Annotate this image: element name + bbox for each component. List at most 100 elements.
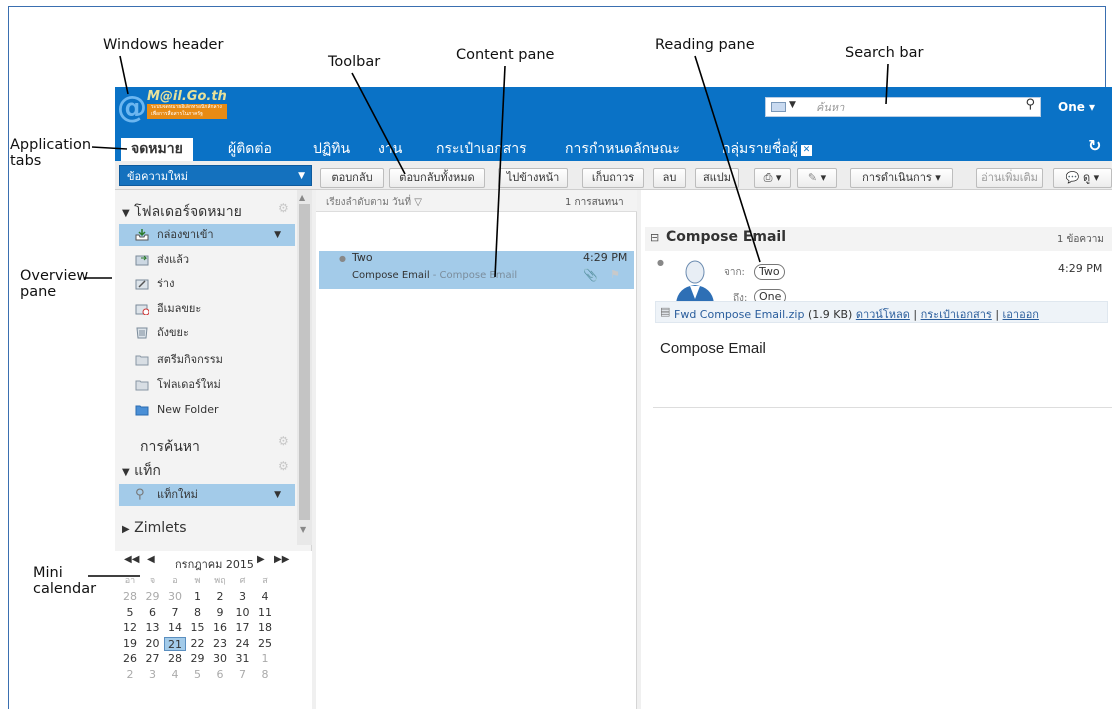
calendar-day[interactable]: 4: [254, 590, 276, 604]
actions-button[interactable]: การดำเนินการ ▾: [850, 168, 953, 188]
prev-year-icon[interactable]: ◀◀: [124, 554, 139, 565]
calendar-day[interactable]: 6: [209, 668, 231, 682]
calendar-month[interactable]: กรกฎาคม 2015: [175, 555, 254, 573]
calendar-day[interactable]: 5: [119, 606, 141, 620]
calendar-day[interactable]: 15: [187, 621, 209, 635]
tab-briefcase[interactable]: กระเป๋าเอกสาร: [426, 138, 537, 161]
calendar-day[interactable]: 12: [119, 621, 141, 635]
calendar-day[interactable]: 30: [209, 652, 231, 666]
chevron-down-icon[interactable]: ▼: [298, 166, 305, 187]
download-link[interactable]: ดาวน์โหลด: [856, 308, 910, 321]
calendar-day[interactable]: 8: [254, 668, 276, 682]
new-message-button[interactable]: ข้อความใหม่ ▼: [119, 165, 312, 186]
next-year-icon[interactable]: ▶▶: [274, 554, 289, 565]
prev-month-icon[interactable]: ◀: [147, 554, 155, 565]
calendar-day[interactable]: 14: [164, 621, 186, 635]
mail-icon[interactable]: [771, 102, 786, 112]
calendar-day[interactable]: 22: [187, 637, 209, 651]
calendar-day[interactable]: 20: [142, 637, 164, 651]
archive-button[interactable]: เก็บถาวร: [582, 168, 644, 188]
calendar-day[interactable]: 5: [187, 668, 209, 682]
calendar-day[interactable]: 18: [254, 621, 276, 635]
folder-new-folder[interactable]: New Folder: [119, 399, 295, 421]
logo[interactable]: M@il.Go.th: [147, 89, 227, 104]
calendar-day[interactable]: 28: [164, 652, 186, 666]
calendar-day[interactable]: 16: [209, 621, 231, 635]
tab-contacts[interactable]: ผู้ติดต่อ: [218, 138, 282, 161]
calendar-day[interactable]: 1: [254, 652, 276, 666]
collapse-icon[interactable]: ▼: [122, 467, 130, 478]
calendar-day[interactable]: 3: [232, 590, 254, 604]
mail-folders-header[interactable]: ▼ โฟลเดอร์จดหมาย: [122, 201, 242, 223]
calendar-day[interactable]: 30: [164, 590, 186, 604]
calendar-day[interactable]: 24: [232, 637, 254, 651]
calendar-day[interactable]: 9: [209, 606, 231, 620]
from-sender-pill[interactable]: Two: [754, 264, 785, 280]
gear-icon[interactable]: ⚙: [278, 459, 289, 473]
spam-button[interactable]: สแปม: [695, 168, 739, 188]
calendar-day[interactable]: 25: [254, 637, 276, 651]
zimlets-header[interactable]: ▶ Zimlets: [122, 520, 187, 536]
calendar-day[interactable]: 10: [232, 606, 254, 620]
calendar-day[interactable]: 1: [187, 590, 209, 604]
chevron-down-icon[interactable]: ▼: [274, 484, 281, 506]
folder-activity-stream[interactable]: สตรีมกิจกรรม: [119, 349, 295, 371]
calendar-day[interactable]: 19: [119, 637, 141, 651]
folder-inbox[interactable]: กล่องขาเข้า ▼: [119, 224, 295, 246]
calendar-day[interactable]: 21: [164, 636, 186, 651]
collapse-icon[interactable]: ⊟: [650, 231, 659, 244]
flag-icon[interactable]: ⚑: [610, 268, 620, 281]
refresh-icon[interactable]: ↻: [1088, 136, 1101, 155]
read-more-button[interactable]: อ่านเพิ่มเติม: [976, 168, 1043, 188]
calendar-day[interactable]: 4: [164, 668, 186, 682]
calendar-day[interactable]: 26: [119, 652, 141, 666]
calendar-day[interactable]: 28: [119, 590, 141, 604]
calendar-day[interactable]: 7: [232, 668, 254, 682]
tab-tasks[interactable]: งาน: [368, 138, 412, 161]
print-button[interactable]: ⎙ ▾: [754, 168, 791, 188]
delete-button[interactable]: ลบ: [653, 168, 686, 188]
next-month-icon[interactable]: ▶: [257, 554, 265, 565]
calendar-day[interactable]: 3: [142, 668, 164, 682]
calendar-day[interactable]: 27: [142, 652, 164, 666]
gear-icon[interactable]: ⚙: [278, 434, 289, 448]
tab-contact-groups[interactable]: กลุ่มรายชื่อผู้ ✕: [712, 138, 822, 161]
search-icon[interactable]: ⚲: [1025, 97, 1035, 112]
view-button[interactable]: 💬 ดู ▾: [1053, 168, 1112, 188]
calendar-day[interactable]: 6: [142, 606, 164, 620]
close-icon[interactable]: ✕: [800, 145, 812, 156]
calendar-day[interactable]: 2: [119, 668, 141, 682]
search-input[interactable]: [816, 99, 1006, 115]
tag-button[interactable]: ✎ ▾: [797, 168, 837, 188]
calendar-day[interactable]: 23: [209, 637, 231, 651]
searches-header[interactable]: การค้นหา: [140, 436, 200, 458]
calendar-day[interactable]: 7: [164, 606, 186, 620]
chevron-down-icon[interactable]: ▼: [274, 224, 281, 246]
folder-junk[interactable]: อีเมลขยะ: [119, 298, 295, 320]
folder-drafts[interactable]: ร่าง: [119, 273, 295, 295]
tab-calendar[interactable]: ปฏิทิน: [303, 138, 360, 161]
folder-new-folder-thai[interactable]: โฟลเดอร์ใหม่: [119, 374, 295, 396]
tags-header[interactable]: ▼ แท็ก: [122, 460, 161, 482]
tag-new-tag[interactable]: ⚲ แท็กใหม่ ▼: [119, 484, 295, 506]
unread-dot-icon[interactable]: ●: [339, 254, 346, 263]
calendar-day[interactable]: 13: [142, 621, 164, 635]
calendar-day[interactable]: 29: [142, 590, 164, 604]
expand-icon[interactable]: ▶: [122, 524, 130, 535]
calendar-day[interactable]: 2: [209, 590, 231, 604]
forward-button[interactable]: ไปข้างหน้า: [498, 168, 568, 188]
folder-sent[interactable]: ส่งแล้ว: [119, 249, 295, 271]
scroll-down-icon[interactable]: ▼: [300, 525, 306, 534]
calendar-day[interactable]: 8: [187, 606, 209, 620]
chevron-down-icon[interactable]: ▼: [789, 100, 796, 110]
read-dot-icon[interactable]: ●: [657, 258, 664, 267]
sort-by-date[interactable]: เรียงลำดับตาม วันที่ ▽: [326, 195, 422, 210]
calendar-day[interactable]: 17: [232, 621, 254, 635]
calendar-day[interactable]: 31: [232, 652, 254, 666]
calendar-day[interactable]: 29: [187, 652, 209, 666]
collapse-icon[interactable]: ▼: [122, 208, 130, 219]
tab-preferences[interactable]: การกำหนดลักษณะ: [555, 138, 690, 161]
reply-all-button[interactable]: ตอบกลับทั้งหมด: [389, 168, 485, 188]
folder-trash[interactable]: ถังขยะ: [119, 322, 295, 344]
user-menu[interactable]: One ▾: [1058, 100, 1095, 114]
